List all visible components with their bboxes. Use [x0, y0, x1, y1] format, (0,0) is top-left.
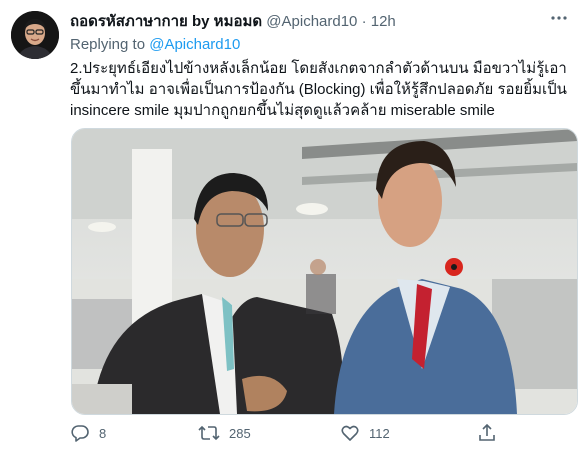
retweet-icon	[198, 425, 220, 441]
ellipsis-icon	[551, 16, 567, 20]
avatar-image	[11, 11, 59, 59]
avatar[interactable]	[11, 11, 59, 59]
photo-image	[72, 129, 577, 414]
share-button[interactable]	[477, 423, 497, 443]
display-name[interactable]: ถอดรหัสภาษากาย by หมอมด	[70, 13, 262, 30]
reply-count: 8	[99, 425, 107, 441]
separator-dot: ·	[361, 13, 367, 30]
reply-button[interactable]: 8	[70, 423, 106, 443]
replying-to-link[interactable]: @Apichard10	[149, 36, 240, 53]
tweet-header: ถอดรหัสภาษากาย by หมอมด @Apichard10 · 12…	[70, 13, 396, 31]
reply-icon	[71, 425, 89, 442]
share-icon	[479, 423, 495, 441]
user-handle[interactable]: @Apichard10	[266, 13, 357, 30]
like-button[interactable]: 112	[340, 423, 390, 443]
tweet-text: 2.ประยุทธ์เอียงไปข้างหลังเล็กน้อย โดยสัง…	[70, 60, 567, 119]
retweet-button[interactable]: 285	[198, 423, 251, 443]
replying-to: Replying to @Apichard10	[70, 36, 240, 53]
more-options-button[interactable]	[550, 9, 568, 32]
heart-icon	[341, 425, 359, 441]
like-count: 112	[369, 425, 390, 441]
retweet-count: 285	[229, 425, 251, 441]
tweet-photo[interactable]	[71, 128, 578, 415]
tweet-actions: 8 285 112	[70, 423, 580, 449]
replying-to-label: Replying to	[70, 36, 146, 53]
timestamp[interactable]: 12h	[371, 13, 396, 30]
